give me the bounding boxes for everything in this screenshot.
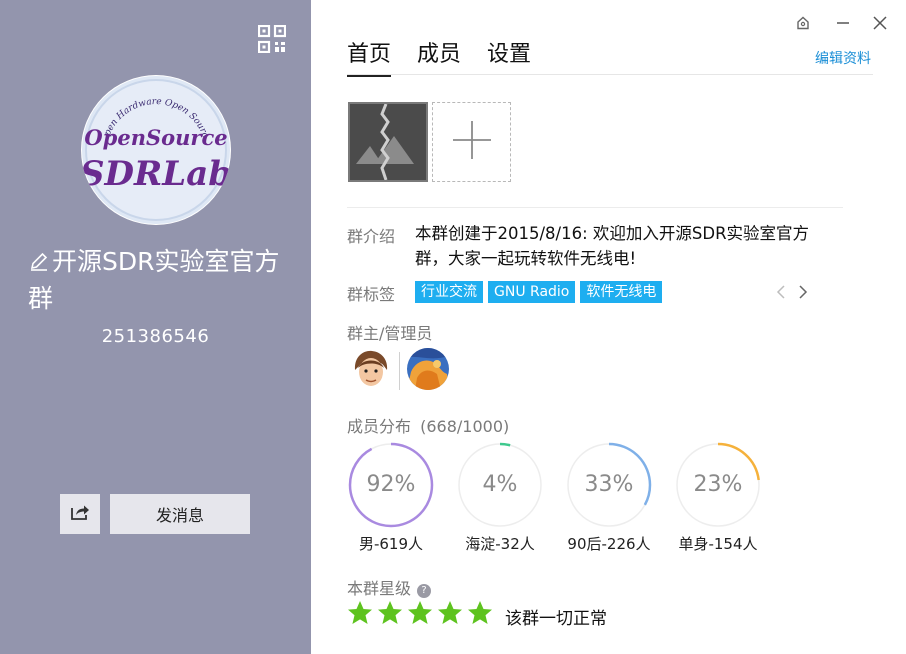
plus-icon bbox=[451, 119, 493, 165]
ring-gender-caption: 男-619人 bbox=[358, 535, 424, 553]
star-icon bbox=[438, 601, 462, 624]
rating-title: 本群星级 bbox=[347, 579, 412, 598]
ring-single-percent: 23% bbox=[693, 472, 743, 497]
group-photo[interactable] bbox=[348, 102, 428, 182]
group-name-text: 开源SDR实验室官方群 bbox=[28, 247, 280, 313]
admin-avatar[interactable] bbox=[407, 348, 449, 390]
help-icon[interactable]: ? bbox=[417, 584, 432, 598]
logo-line2: SDRLab bbox=[81, 154, 231, 194]
rating-status: 该群一切正常 bbox=[505, 609, 607, 629]
chevron-left-icon[interactable] bbox=[774, 282, 788, 302]
close-icon[interactable] bbox=[869, 12, 891, 34]
distribution-title: 成员分布 bbox=[347, 417, 412, 436]
share-icon bbox=[70, 503, 90, 525]
skin-icon[interactable] bbox=[792, 12, 814, 34]
star-rating bbox=[347, 600, 497, 626]
avatar-divider bbox=[399, 352, 400, 390]
add-photo-button[interactable] bbox=[432, 102, 511, 182]
tag-industry[interactable]: 行业交流 bbox=[415, 281, 483, 303]
tag-list: 行业交流 GNU Radio 软件无线电 bbox=[415, 281, 667, 303]
share-button[interactable] bbox=[60, 494, 100, 534]
admins-label: 群主/管理员 bbox=[347, 324, 433, 343]
qr-code-icon[interactable] bbox=[257, 24, 287, 54]
edit-profile-link[interactable]: 编辑资料 bbox=[815, 48, 871, 68]
group-id: 251386546 bbox=[101, 326, 210, 347]
tab-home[interactable]: 首页 bbox=[347, 36, 392, 77]
ring-age-percent: 33% bbox=[584, 472, 634, 497]
intro-label: 群介绍 bbox=[347, 227, 396, 246]
chevron-right-icon[interactable] bbox=[796, 282, 810, 302]
logo-line1: OpenSource bbox=[84, 125, 227, 150]
ring-single-caption: 单身-154人 bbox=[678, 535, 758, 553]
star-icon bbox=[408, 601, 432, 624]
distribution-label: 成员分布 (668/1000) bbox=[347, 413, 509, 437]
ring-age-caption: 90后-226人 bbox=[567, 535, 651, 553]
minimize-icon[interactable] bbox=[832, 12, 854, 34]
ring-location-percent: 4% bbox=[482, 472, 518, 497]
tabs-divider bbox=[347, 74, 873, 75]
group-logo: Open Hardware Open Source OpenSource SDR… bbox=[81, 75, 231, 225]
rating-label: 本群星级? bbox=[347, 575, 432, 599]
section-divider bbox=[347, 207, 843, 208]
tab-settings[interactable]: 设置 bbox=[487, 36, 531, 77]
tab-members[interactable]: 成员 bbox=[417, 36, 461, 77]
distribution-count: (668/1000) bbox=[420, 417, 510, 436]
tags-label: 群标签 bbox=[347, 285, 396, 304]
pencil-icon[interactable] bbox=[28, 245, 50, 271]
star-icon bbox=[468, 601, 492, 624]
intro-text: 本群创建于2015/8/16: 欢迎加入开源SDR实验室官方群，大家一起玩转软件… bbox=[415, 224, 810, 268]
send-message-button[interactable]: 发消息 bbox=[110, 494, 250, 534]
tag-sdr[interactable]: 软件无线电 bbox=[580, 281, 663, 303]
star-icon bbox=[348, 601, 372, 624]
star-icon bbox=[378, 601, 402, 624]
profile-panel: Open Hardware Open Source OpenSource SDR… bbox=[0, 0, 311, 654]
ring-location-caption: 海淀-32人 bbox=[465, 535, 535, 553]
tag-gnu-radio[interactable]: GNU Radio bbox=[488, 281, 576, 303]
group-name[interactable]: 开源SDR实验室官方群 bbox=[28, 243, 303, 317]
owner-avatar[interactable] bbox=[350, 348, 392, 390]
ring-gender-percent: 92% bbox=[366, 472, 416, 497]
main-tabs: 首页 成员 设置 bbox=[347, 36, 557, 77]
